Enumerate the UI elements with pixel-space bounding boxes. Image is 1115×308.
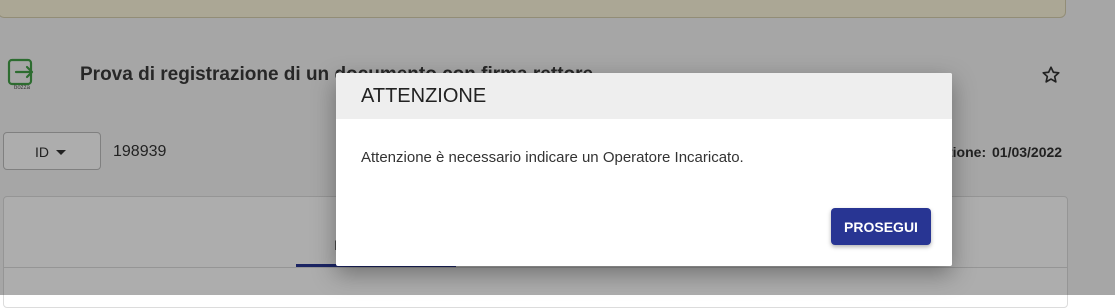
dialog-title: ATTENZIONE — [361, 85, 487, 107]
dialog-header: ATTENZIONE — [336, 73, 952, 119]
attention-dialog: ATTENZIONE Attenzione è necessario indic… — [336, 73, 952, 266]
dialog-message: Attenzione è necessario indicare un Oper… — [361, 149, 744, 166]
proceed-button[interactable]: PROSEGUI — [831, 208, 931, 245]
